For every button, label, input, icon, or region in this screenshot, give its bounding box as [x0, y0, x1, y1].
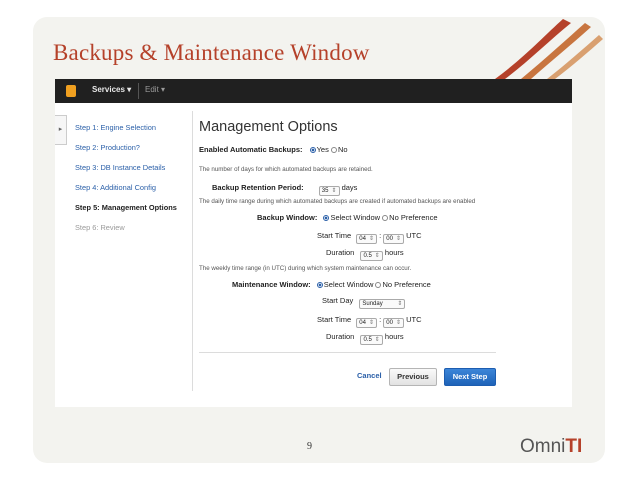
- slide-page-number: 9: [307, 441, 312, 452]
- maintenance-window-select-radio[interactable]: [316, 282, 323, 288]
- nav-divider: [138, 83, 139, 99]
- auto-backups-no-radio[interactable]: [330, 147, 337, 153]
- maintenance-window-help: The weekly time range (in UTC) during wh…: [199, 265, 412, 272]
- retention-unit: days: [341, 183, 358, 192]
- backup-timezone: UTC: [406, 231, 422, 240]
- step-production[interactable]: Step 2: Production?: [75, 143, 205, 163]
- maintenance-window-nopref-radio[interactable]: [375, 282, 382, 288]
- maintenance-start-minute-select[interactable]: 00 ⇕: [383, 318, 404, 328]
- sidebar-divider: [192, 111, 193, 391]
- decorative-swoosh: [495, 19, 603, 79]
- backup-window-select-label: Select Window: [330, 213, 381, 222]
- top-navigation-bar: Services ▾ Edit ▾: [55, 79, 572, 103]
- maintenance-window-row: Maintenance Window: Select Window No Pre…: [232, 280, 431, 289]
- aws-cube-icon[interactable]: [66, 85, 76, 97]
- auto-backups-no-label: No: [337, 145, 348, 154]
- maintenance-start-time-label: Start Time: [317, 315, 352, 324]
- auto-backups-yes-radio[interactable]: [309, 147, 316, 153]
- backup-start-hour-select[interactable]: 04 ⇕: [356, 234, 377, 244]
- backup-duration-label: Duration: [326, 248, 355, 257]
- auto-backups-label: Enabled Automatic Backups:: [199, 145, 303, 154]
- backup-start-time-row: Start Time 04 ⇕ : 00 ⇕ UTC: [317, 231, 422, 244]
- backup-window-label: Backup Window:: [257, 213, 318, 222]
- page-title: Management Options: [199, 119, 338, 135]
- backup-start-minute-select[interactable]: 00 ⇕: [383, 234, 404, 244]
- edit-menu[interactable]: Edit ▾: [145, 85, 165, 94]
- retention-row: Backup Retention Period: 35 ⇕ days: [212, 183, 357, 196]
- maintenance-window-label: Maintenance Window:: [232, 280, 311, 289]
- step-additional-config[interactable]: Step 4: Additional Config: [75, 183, 205, 203]
- backup-window-nopref-label: No Preference: [389, 213, 438, 222]
- auto-backups-row: Enabled Automatic Backups: Yes No: [199, 145, 348, 154]
- omniti-logo: OmniTI: [520, 436, 583, 457]
- aws-console-screenshot: Services ▾ Edit ▾ ▸ Step 1: Engine Selec…: [55, 79, 572, 407]
- maintenance-duration-unit: hours: [384, 332, 404, 341]
- step-review: Step 6: Review: [75, 223, 125, 232]
- maintenance-start-day-row: Start Day Sunday ⇕: [322, 296, 406, 309]
- backup-duration-unit: hours: [384, 248, 404, 257]
- backup-window-row: Backup Window: Select Window No Preferen…: [257, 213, 438, 222]
- maintenance-window-select-label: Select Window: [323, 280, 374, 289]
- chevron-right-icon: ▸: [58, 126, 63, 133]
- retention-period-select[interactable]: 35 ⇕: [318, 186, 340, 196]
- maintenance-start-day-select[interactable]: Sunday ⇕: [359, 299, 406, 309]
- backup-duration-row: Duration 0.5 ⇕ hours: [326, 248, 404, 261]
- maintenance-duration-select[interactable]: 0.5 ⇕: [360, 335, 383, 345]
- maintenance-start-time-row: Start Time 04 ⇕ : 00 ⇕ UTC: [317, 315, 422, 328]
- maintenance-start-hour-select[interactable]: 04 ⇕: [356, 318, 377, 328]
- maintenance-duration-label: Duration: [326, 332, 355, 341]
- form-divider: [199, 352, 496, 353]
- backup-window-help: The daily time range during which automa…: [199, 198, 476, 205]
- step-engine-selection[interactable]: Step 1: Engine Selection: [75, 123, 205, 143]
- auto-backups-yes-label: Yes: [316, 145, 329, 154]
- backup-window-select-radio[interactable]: [323, 215, 330, 221]
- step-management-options: Step 5: Management Options: [75, 203, 177, 212]
- backup-duration-select[interactable]: 0.5 ⇕: [360, 251, 383, 261]
- wizard-steps: Step 1: Engine Selection Step 2: Product…: [75, 123, 205, 243]
- step-db-instance-details[interactable]: Step 3: DB Instance Details: [75, 163, 205, 183]
- cancel-button[interactable]: Cancel: [357, 371, 382, 380]
- auto-backups-help: The number of days for which automated b…: [199, 166, 373, 173]
- maintenance-duration-row: Duration 0.5 ⇕ hours: [326, 332, 404, 345]
- next-step-button[interactable]: Next Step: [444, 368, 496, 386]
- slide-title: Backups & Maintenance Window: [53, 40, 370, 65]
- services-menu[interactable]: Services ▾: [92, 85, 131, 94]
- backup-start-time-label: Start Time: [317, 231, 352, 240]
- maintenance-window-nopref-label: No Preference: [382, 280, 431, 289]
- maintenance-timezone: UTC: [406, 315, 422, 324]
- previous-button[interactable]: Previous: [389, 368, 437, 386]
- backup-window-nopref-radio[interactable]: [382, 215, 389, 221]
- collapse-sidebar-tab[interactable]: ▸: [55, 115, 67, 145]
- retention-label: Backup Retention Period:: [212, 183, 304, 192]
- maintenance-start-day-label: Start Day: [322, 296, 354, 305]
